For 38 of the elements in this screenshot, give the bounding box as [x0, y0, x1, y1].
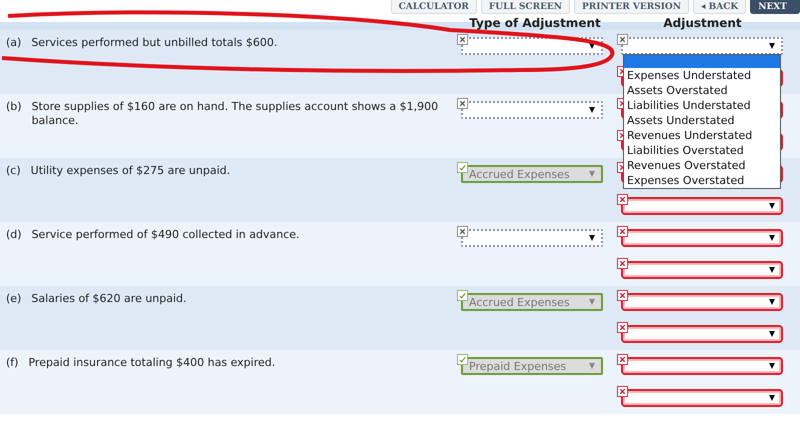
item-letter: (c): [6, 164, 21, 177]
toolbar-button[interactable]: NEXT: [750, 0, 800, 14]
item-letter: (e): [6, 292, 22, 305]
dropdown-option[interactable]: Expenses Understated: [624, 68, 780, 83]
type-dropdown[interactable]: [461, 101, 603, 119]
question-text: Service performed of $490 collected in advance.: [32, 228, 301, 242]
dropdown-option[interactable]: Revenues Overstated: [624, 158, 780, 173]
adjustment-dropdown[interactable]: [621, 293, 783, 311]
dropdown-option[interactable]: Liabilities Understated: [624, 98, 780, 113]
type-dropdown[interactable]: [461, 229, 603, 247]
dropdown-option[interactable]: Assets Overstated: [624, 83, 780, 98]
column-header: Adjustment: [663, 16, 742, 30]
question-text: Prepaid insurance totaling $400 has expired.: [28, 356, 276, 370]
type-dropdown[interactable]: [461, 37, 603, 55]
toolbar-button[interactable]: FULL SCREEN: [480, 0, 570, 14]
adjustment-dropdown[interactable]: [621, 357, 783, 375]
toolbar-button[interactable]: PRINTER VERSION: [574, 0, 689, 14]
toolbar-button[interactable]: ◂ BACK: [692, 0, 746, 14]
adjustment-dropdown[interactable]: [621, 389, 783, 407]
question-text: Utility expenses of $275 are unpaid.: [30, 164, 232, 178]
toolbar-button[interactable]: CALCULATOR: [390, 0, 477, 14]
adjustment-dropdown[interactable]: [621, 229, 783, 247]
adjustment-dropdown[interactable]: [621, 37, 783, 55]
question-text: Salaries of $620 are unpaid.: [31, 292, 188, 306]
item-letter: (d): [6, 228, 22, 241]
adjustment-dropdown[interactable]: [621, 197, 783, 215]
dropdown-option[interactable]: Assets Understated: [624, 113, 780, 128]
adjustment-dropdown[interactable]: [621, 261, 783, 279]
question-text: Services performed but unbilled totals $600.: [31, 36, 278, 50]
column-header: Type of Adjustment: [469, 17, 601, 30]
dropdown-option[interactable]: Revenues Understated: [624, 128, 780, 143]
item-letter: (f): [6, 356, 18, 369]
question-text: Store supplies of $160 are on hand. The supplies account shows a $1,900 balance.: [32, 100, 440, 128]
adjustment-dropdown[interactable]: [621, 325, 783, 343]
dropdown-option[interactable]: Liabilities Overstated: [624, 143, 780, 158]
item-letter: (b): [6, 100, 22, 113]
item-letter: (a): [6, 36, 22, 49]
dropdown-option[interactable]: Expenses Overstated: [624, 173, 780, 188]
